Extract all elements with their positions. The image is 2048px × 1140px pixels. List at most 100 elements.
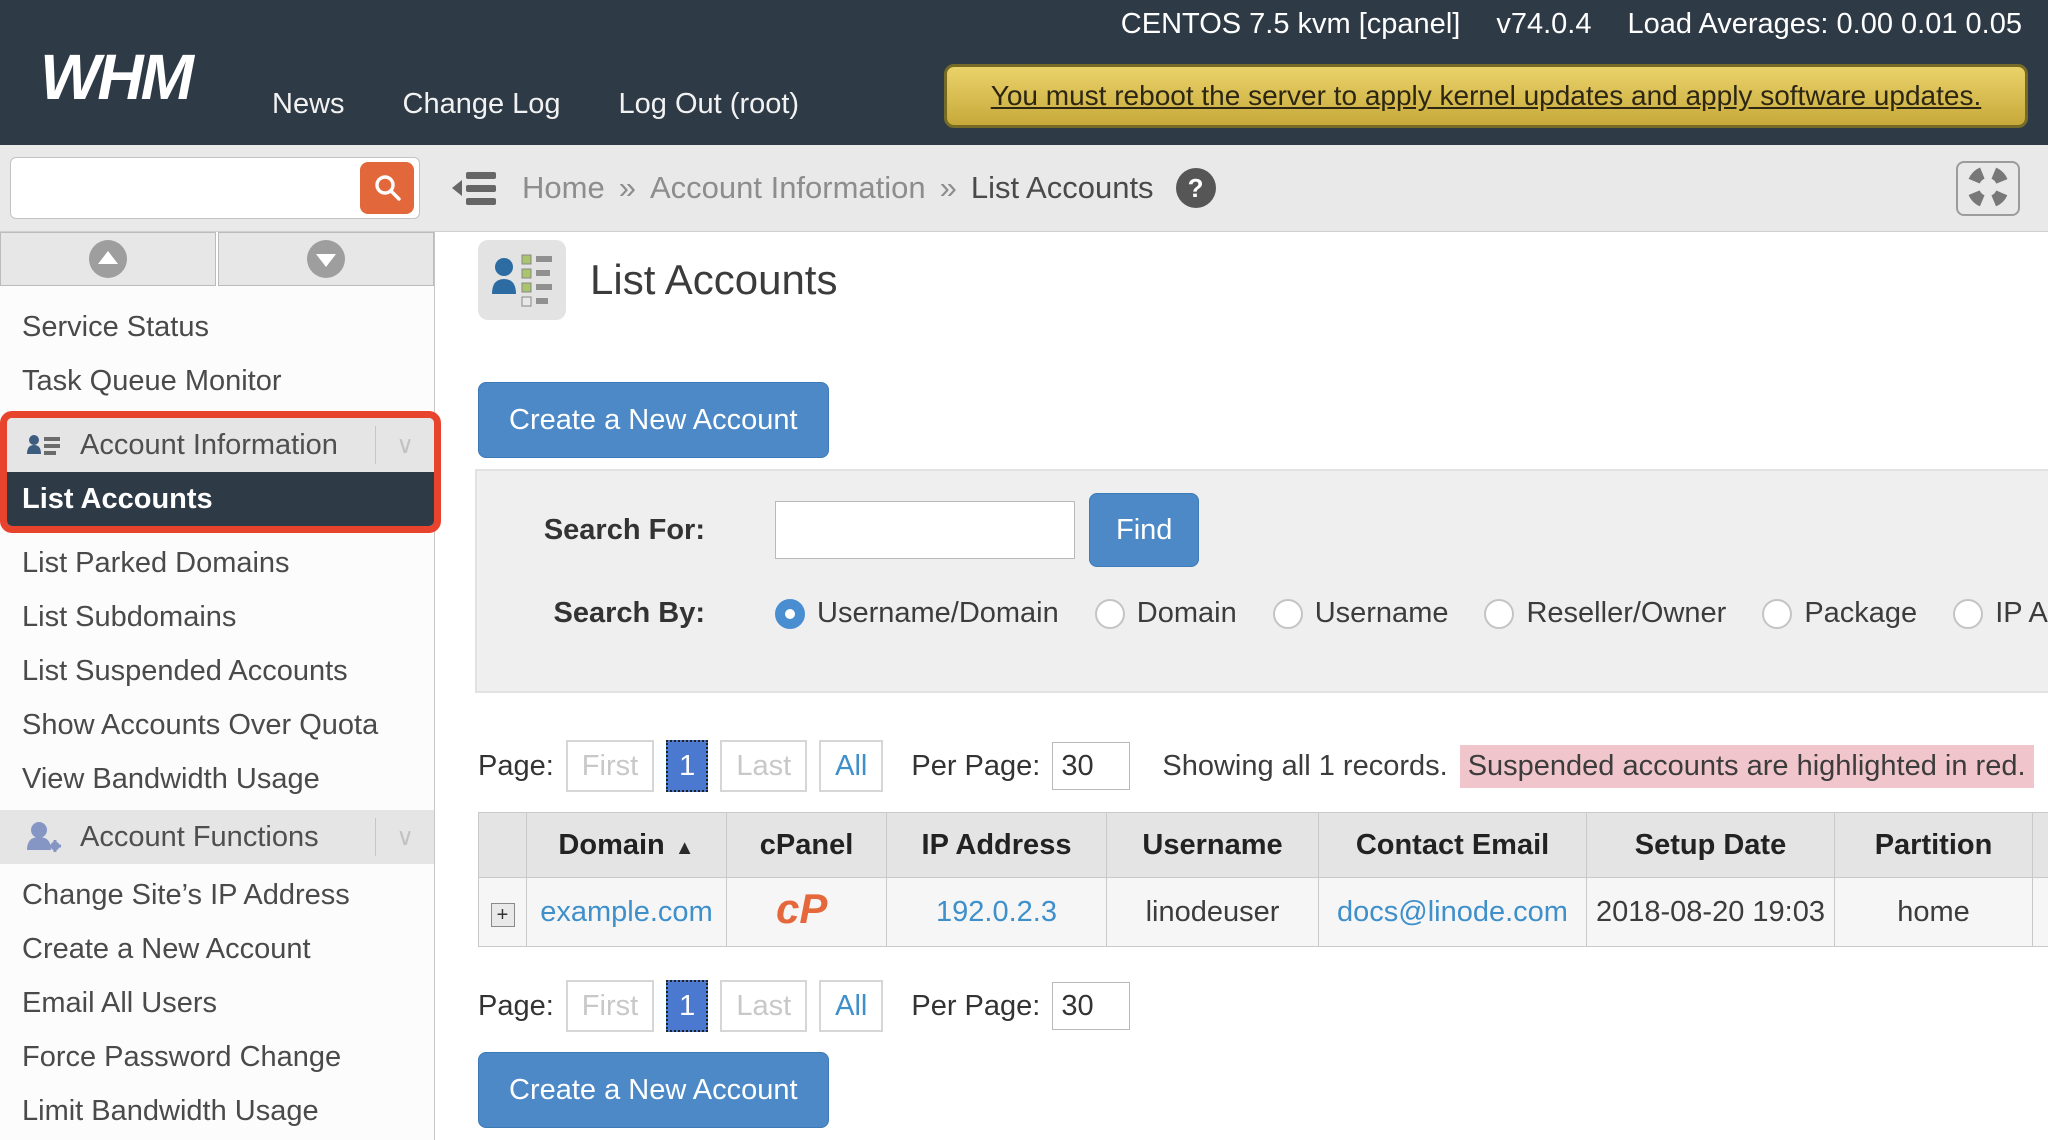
first-page-button[interactable]: First: [566, 740, 654, 792]
breadcrumb-current-page: List Accounts: [971, 170, 1154, 206]
current-page-button[interactable]: 1: [666, 980, 708, 1032]
last-page-button[interactable]: Last: [720, 740, 807, 792]
partition-cell: home: [1835, 878, 2033, 947]
sidebar-item-show-accounts-over-quota[interactable]: Show Accounts Over Quota: [0, 698, 434, 752]
collapse-sidebar-icon[interactable]: [452, 168, 498, 213]
column-header-username[interactable]: Username: [1107, 813, 1319, 878]
whm-logo[interactable]: WHM: [40, 40, 191, 114]
column-header-partition[interactable]: Partition: [1835, 813, 2033, 878]
per-page-label: Per Page:: [911, 990, 1040, 1023]
top-nav: News Change Log Log Out (root): [272, 88, 799, 121]
breadcrumb-account-information[interactable]: Account Information: [650, 170, 926, 206]
first-page-button[interactable]: First: [566, 980, 654, 1032]
column-header-setup-date[interactable]: Setup Date: [1587, 813, 1835, 878]
radio-domain[interactable]: Domain: [1095, 597, 1237, 630]
sidebar-item-limit-bandwidth-usage[interactable]: Limit Bandwidth Usage: [0, 1084, 434, 1138]
sidebar-scroll-buttons: [0, 232, 434, 286]
last-page-button[interactable]: Last: [720, 980, 807, 1032]
radio-username[interactable]: Username: [1273, 597, 1449, 630]
sidebar-item-list-parked-domains[interactable]: List Parked Domains: [0, 536, 434, 590]
sidebar-item-list-subdomains[interactable]: List Subdomains: [0, 590, 434, 644]
chevron-down-icon[interactable]: ∨: [375, 426, 434, 464]
search-by-radio-group: Username/Domain Domain Username Reseller…: [775, 597, 2048, 630]
radio-package[interactable]: Package: [1762, 597, 1917, 630]
sidebar-menu: Service Status Task Queue Monitor Accoun…: [0, 286, 434, 1138]
page-label: Page:: [478, 990, 554, 1023]
sidebar-item-change-sites-ip-address[interactable]: Change Site’s IP Address: [0, 868, 434, 922]
list-accounts-icon: [478, 240, 566, 320]
radio-label: Username: [1315, 597, 1449, 630]
column-header-contact-email[interactable]: Contact Email: [1319, 813, 1587, 878]
setup-date-cell: 2018-08-20 19:03: [1587, 878, 1835, 947]
column-header-ip-address[interactable]: IP Address: [887, 813, 1107, 878]
sidebar-item-list-suspended-accounts[interactable]: List Suspended Accounts: [0, 644, 434, 698]
ip-address-link[interactable]: 192.0.2.3: [936, 896, 1057, 928]
column-header-domain[interactable]: Domain▲: [527, 813, 727, 878]
sidebar-item-service-status[interactable]: Service Status: [0, 300, 434, 354]
search-icon: [372, 172, 402, 205]
search-panel: Search For: Find Search By: Username/Dom…: [475, 469, 2048, 693]
expander-column-header: [479, 813, 527, 878]
all-pages-button[interactable]: All: [819, 740, 883, 792]
table-header-row: Domain▲ cPanel IP Address Username Conta…: [479, 813, 2048, 878]
account-functions-icon: [22, 822, 66, 852]
create-account-button-bottom[interactable]: Create a New Account: [478, 1052, 829, 1128]
sidebar-search: [10, 157, 420, 219]
nav-logout[interactable]: Log Out (root): [619, 88, 800, 121]
radio-username-domain[interactable]: Username/Domain: [775, 597, 1059, 630]
support-button[interactable]: [1956, 161, 2020, 216]
column-header-cpanel[interactable]: cPanel: [727, 813, 887, 878]
scroll-up-button[interactable]: [0, 232, 216, 286]
cpanel-logo-icon[interactable]: cP: [768, 908, 846, 940]
page-title-row: List Accounts: [478, 240, 837, 320]
sidebar-item-list-accounts[interactable]: List Accounts: [7, 472, 434, 526]
radio-label: Reseller/Owner: [1526, 597, 1726, 630]
main-content: List Accounts Create a New Account Searc…: [436, 232, 2048, 1140]
column-header-clipped: [2033, 813, 2048, 878]
search-by-label: Search By:: [477, 597, 705, 630]
breadcrumb-home[interactable]: Home: [522, 170, 605, 206]
page-label: Page:: [478, 750, 554, 783]
radio-icon: [1953, 599, 1983, 629]
sidebar-search-input[interactable]: [10, 157, 420, 219]
help-icon[interactable]: ?: [1176, 168, 1216, 208]
table-row: + example.com cP 192.0.2.3 linodeuser: [479, 878, 2048, 947]
account-search-input[interactable]: [775, 501, 1075, 559]
status-version: v74.0.4: [1496, 8, 1591, 41]
per-page-input[interactable]: [1052, 742, 1130, 790]
account-information-icon: [22, 432, 66, 458]
scroll-down-button[interactable]: [218, 232, 434, 286]
sidebar-item-email-all-users[interactable]: Email All Users: [0, 976, 434, 1030]
search-for-label: Search For:: [477, 514, 705, 547]
sidebar-item-create-a-new-account[interactable]: Create a New Account: [0, 922, 434, 976]
nav-news[interactable]: News: [272, 88, 345, 121]
current-page-button[interactable]: 1: [666, 740, 708, 792]
reboot-alert-banner[interactable]: You must reboot the server to apply kern…: [944, 64, 2028, 128]
domain-link[interactable]: example.com: [540, 896, 712, 928]
nav-change-log[interactable]: Change Log: [403, 88, 561, 121]
radio-ip-address[interactable]: IP Address: [1953, 597, 2048, 630]
breadcrumb: Home » Account Information » List Accoun…: [522, 145, 1216, 231]
expander-cell: +: [479, 878, 527, 947]
radio-icon: [1273, 599, 1303, 629]
per-page-label: Per Page:: [911, 750, 1040, 783]
records-note: Showing all 1 records.: [1162, 750, 1447, 783]
sidebar-item-task-queue-monitor[interactable]: Task Queue Monitor: [0, 354, 434, 408]
expand-row-button[interactable]: +: [491, 903, 515, 927]
sidebar-section-account-information[interactable]: Account Information ∨: [7, 418, 434, 472]
all-pages-button[interactable]: All: [819, 980, 883, 1032]
chevron-down-icon[interactable]: ∨: [375, 818, 434, 856]
radio-icon: [1762, 599, 1792, 629]
radio-icon: [1484, 599, 1514, 629]
find-button[interactable]: Find: [1089, 493, 1199, 567]
sidebar-section-account-functions[interactable]: Account Functions ∨: [0, 810, 434, 864]
contact-email-link[interactable]: docs@linode.com: [1337, 896, 1568, 928]
accounts-table: Domain▲ cPanel IP Address Username Conta…: [478, 812, 2048, 947]
sidebar-section-label: Account Functions: [80, 821, 319, 854]
create-account-button-top[interactable]: Create a New Account: [478, 382, 829, 458]
radio-reseller-owner[interactable]: Reseller/Owner: [1484, 597, 1726, 630]
sidebar-item-view-bandwidth-usage[interactable]: View Bandwidth Usage: [0, 752, 434, 806]
sidebar-item-force-password-change[interactable]: Force Password Change: [0, 1030, 434, 1084]
per-page-input[interactable]: [1052, 982, 1130, 1030]
sidebar-search-button[interactable]: [360, 162, 414, 214]
